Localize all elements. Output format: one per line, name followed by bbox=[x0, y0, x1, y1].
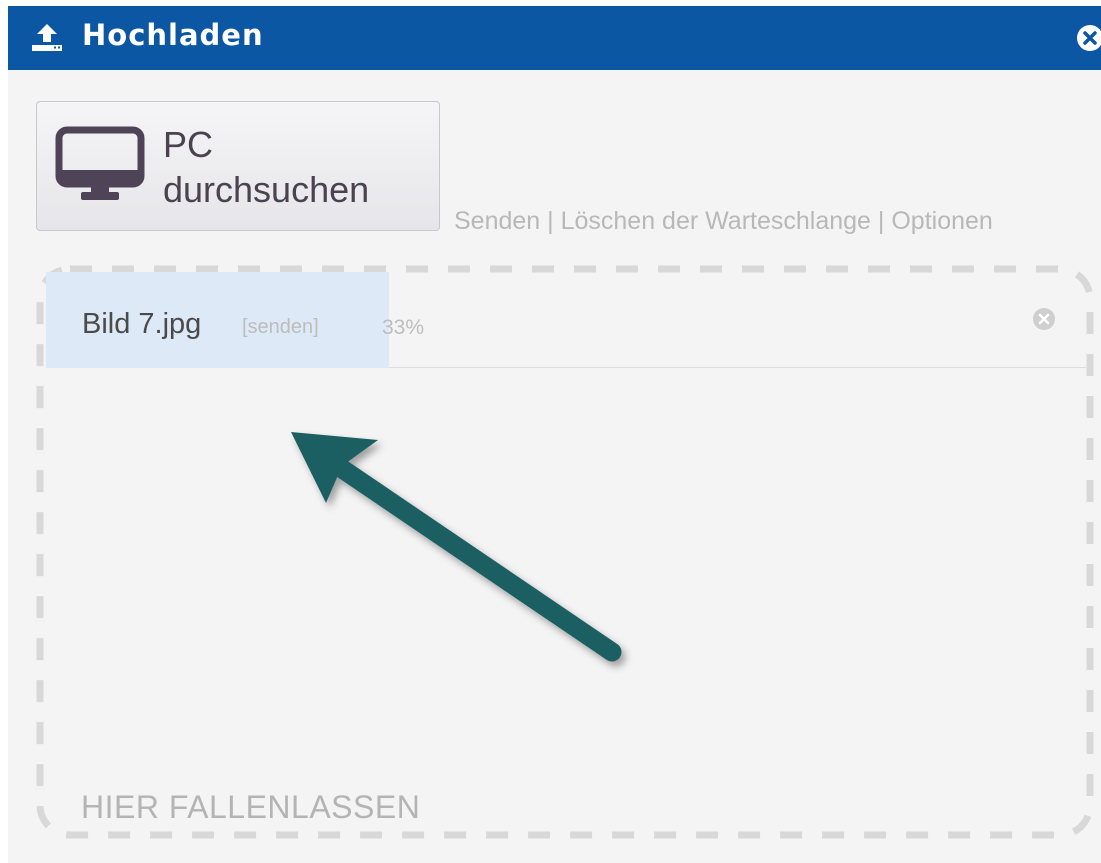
options-link[interactable]: Optionen bbox=[891, 207, 992, 235]
file-status: [senden] bbox=[242, 316, 319, 338]
queue-item: Bild 7.jpg [senden] 33% bbox=[46, 272, 1086, 368]
file-name: Bild 7.jpg bbox=[82, 308, 202, 340]
remove-icon[interactable] bbox=[1031, 306, 1057, 332]
browse-pc-button[interactable]: PC durchsuchen bbox=[36, 101, 440, 231]
separator: | bbox=[870, 207, 892, 235]
browse-label-line2: durchsuchen bbox=[163, 169, 370, 210]
browse-button-label: PC durchsuchen bbox=[163, 122, 369, 212]
dialog-title: Hochladen bbox=[82, 18, 264, 52]
close-icon[interactable] bbox=[1075, 23, 1101, 53]
queue-actions: Senden | Löschen der Warteschlange | Opt… bbox=[454, 207, 993, 236]
file-percent: 33% bbox=[382, 316, 425, 339]
clear-queue-link[interactable]: Löschen der Warteschlange bbox=[561, 207, 871, 235]
browse-label-line1: PC bbox=[163, 124, 214, 165]
upload-icon bbox=[32, 24, 62, 51]
send-link[interactable]: Senden bbox=[454, 207, 540, 235]
upload-dialog: Hochladen PC durchsuchen Senden | Lösche… bbox=[8, 6, 1101, 863]
monitor-icon bbox=[55, 126, 145, 200]
drop-zone-label: HIER FALLENLASSEN bbox=[81, 789, 421, 825]
dialog-titlebar: Hochladen bbox=[8, 6, 1101, 70]
separator: | bbox=[540, 207, 561, 235]
